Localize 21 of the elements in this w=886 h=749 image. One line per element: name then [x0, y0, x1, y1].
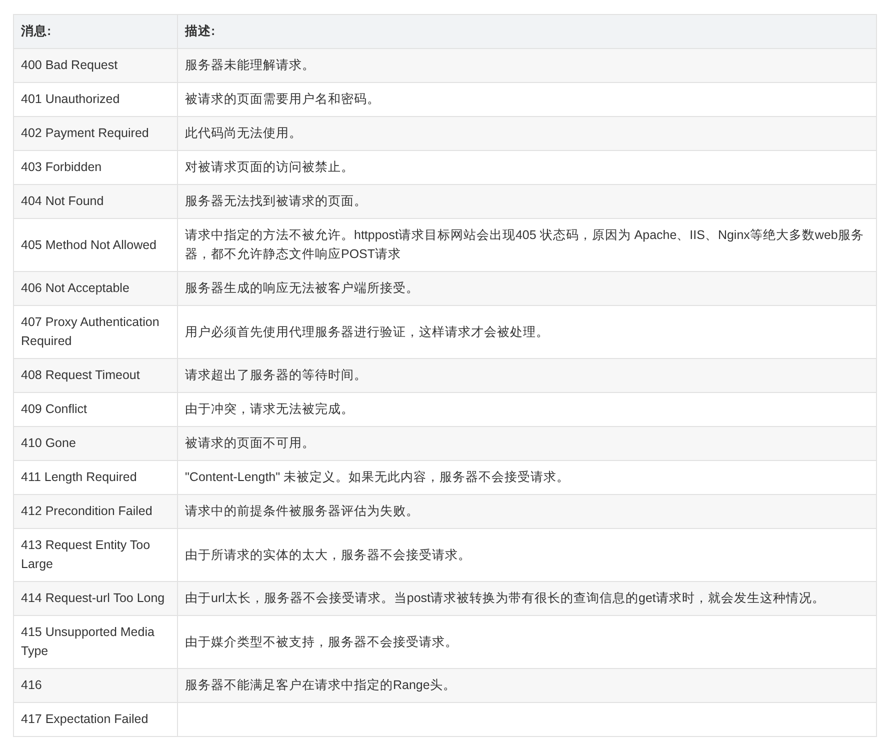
table-cell: 408 Request Timeout [14, 358, 178, 392]
table-cell: 服务器未能理解请求。 [178, 48, 876, 82]
table-cell: 417 Expectation Failed [14, 702, 178, 736]
column-header: 消息: [14, 14, 178, 48]
table-cell: 416 [14, 668, 178, 702]
table-cell: 此代码尚无法使用。 [178, 116, 876, 150]
table-cell: 服务器不能满足客户在请求中指定的Range头。 [178, 668, 876, 702]
table-cell: 被请求的页面不可用。 [178, 426, 876, 460]
table-cell: 由于url太长，服务器不会接受请求。当post请求被转换为带有很长的查询信息的get请求时，就会发生这种情况。 [178, 582, 876, 616]
table-cell: 请求中的前提条件被服务器评估为失败。 [178, 494, 876, 528]
table-cell: 404 Not Found [14, 184, 178, 218]
table-cell: 400 Bad Request [14, 48, 178, 82]
table-cell: 402 Payment Required [14, 116, 178, 150]
column-header: 描述: [178, 14, 876, 48]
table-cell: 请求超出了服务器的等待时间。 [178, 358, 876, 392]
table-cell: 406 Not Acceptable [14, 272, 178, 306]
table-cell: 414 Request-url Too Long [14, 582, 178, 616]
table-cell: 服务器无法找到被请求的页面。 [178, 184, 876, 218]
table-cell: 服务器生成的响应无法被客户端所接受。 [178, 272, 876, 306]
table-cell: 410 Gone [14, 426, 178, 460]
table-cell: 412 Precondition Failed [14, 494, 178, 528]
